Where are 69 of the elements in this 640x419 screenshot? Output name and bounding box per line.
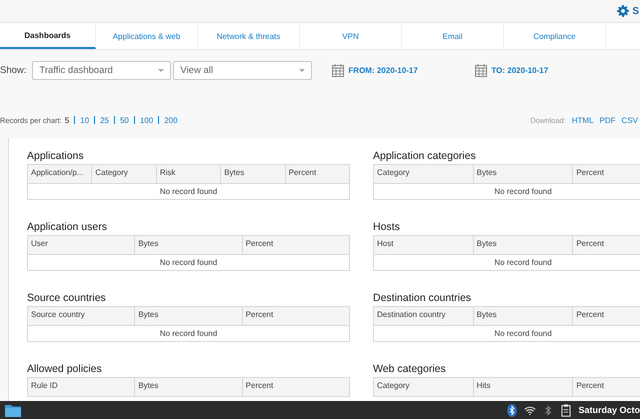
column-header: Bytes bbox=[474, 236, 574, 254]
records-option[interactable]: 200 bbox=[164, 116, 178, 124]
dashboard-select[interactable]: Traffic dashboard bbox=[32, 60, 172, 80]
records-option[interactable]: 50 bbox=[120, 116, 129, 124]
column-header: Percent bbox=[288, 167, 318, 179]
column-header: Bytes bbox=[135, 378, 243, 396]
panel-title: Allowed policies bbox=[27, 363, 103, 375]
tab[interactable]: Compliance bbox=[504, 23, 606, 49]
clock[interactable]: Saturday Octo bbox=[578, 405, 640, 415]
tab[interactable]: Email bbox=[402, 23, 504, 49]
column-header: Percent bbox=[244, 238, 274, 250]
panel-title: Source countries bbox=[27, 292, 107, 304]
download-link[interactable]: PDF bbox=[600, 116, 616, 124]
empty-message: No record found bbox=[374, 325, 640, 341]
column-header: Bytes bbox=[135, 307, 243, 325]
column-header: Bytes bbox=[221, 165, 286, 183]
records-option[interactable]: 10 bbox=[80, 116, 90, 124]
settings-icon[interactable] bbox=[617, 5, 630, 17]
column-header: Category bbox=[374, 165, 474, 183]
panel-title: Application categories bbox=[373, 150, 477, 162]
column-header: Percent bbox=[575, 380, 605, 392]
from-date-link[interactable]: FROM: 2020-10-17 bbox=[348, 66, 418, 74]
empty-message: No record found bbox=[374, 254, 640, 270]
panel-title: Applications bbox=[27, 150, 85, 162]
tab[interactable]: Network & threats bbox=[198, 23, 300, 49]
view-select[interactable]: View all bbox=[173, 60, 312, 80]
calendar-icon[interactable] bbox=[475, 64, 488, 76]
empty-message: No record found bbox=[28, 183, 349, 199]
panel-title: Hosts bbox=[373, 221, 401, 233]
column-header: Percent bbox=[575, 167, 605, 179]
column-header: Category bbox=[92, 165, 157, 183]
bluetooth-icon[interactable] bbox=[506, 404, 518, 416]
empty-message: No record found bbox=[28, 325, 349, 341]
folder-icon[interactable] bbox=[5, 403, 21, 417]
settings-link[interactable]: S bbox=[632, 6, 639, 16]
wifi-icon[interactable] bbox=[524, 404, 536, 416]
column-header: Destination country bbox=[374, 307, 474, 325]
empty-message: No record found bbox=[374, 183, 640, 199]
records-option: 5 bbox=[64, 116, 70, 124]
records-option[interactable]: 25 bbox=[100, 116, 109, 124]
column-header: Bytes bbox=[474, 307, 574, 325]
panel-title: Web categories bbox=[373, 363, 447, 375]
column-header: Bytes bbox=[474, 165, 574, 183]
records-option[interactable]: 100 bbox=[140, 116, 154, 124]
tab[interactable]: Dashboards bbox=[0, 23, 96, 49]
column-header: Percent bbox=[244, 380, 274, 392]
show-label: Show: bbox=[0, 64, 26, 76]
empty-message: No record found bbox=[28, 254, 349, 270]
download-link[interactable]: CSV bbox=[622, 116, 638, 124]
panel-title: Application users bbox=[27, 221, 108, 233]
tab[interactable]: VPN bbox=[300, 23, 402, 49]
column-header: Bytes bbox=[135, 236, 243, 254]
calendar-icon[interactable] bbox=[332, 64, 344, 76]
column-header: Percent bbox=[575, 309, 605, 321]
clipboard-icon[interactable] bbox=[560, 404, 572, 416]
column-header: Category bbox=[374, 378, 474, 396]
column-header: Hits bbox=[474, 378, 574, 396]
column-header: Percent bbox=[575, 238, 605, 250]
panel-title: Destination countries bbox=[373, 292, 472, 304]
column-header: Application/p... bbox=[28, 165, 92, 183]
column-header: Rule ID bbox=[28, 378, 136, 396]
column-header: User bbox=[28, 236, 136, 254]
column-header: Host bbox=[374, 236, 474, 254]
column-header: Source country bbox=[28, 307, 136, 325]
to-date-link[interactable]: TO: 2020-10-17 bbox=[491, 66, 548, 74]
tab[interactable]: Applications & web bbox=[96, 23, 198, 49]
column-header: Risk bbox=[156, 165, 222, 183]
column-header: Percent bbox=[244, 309, 274, 321]
download-link[interactable]: HTML bbox=[572, 116, 594, 124]
